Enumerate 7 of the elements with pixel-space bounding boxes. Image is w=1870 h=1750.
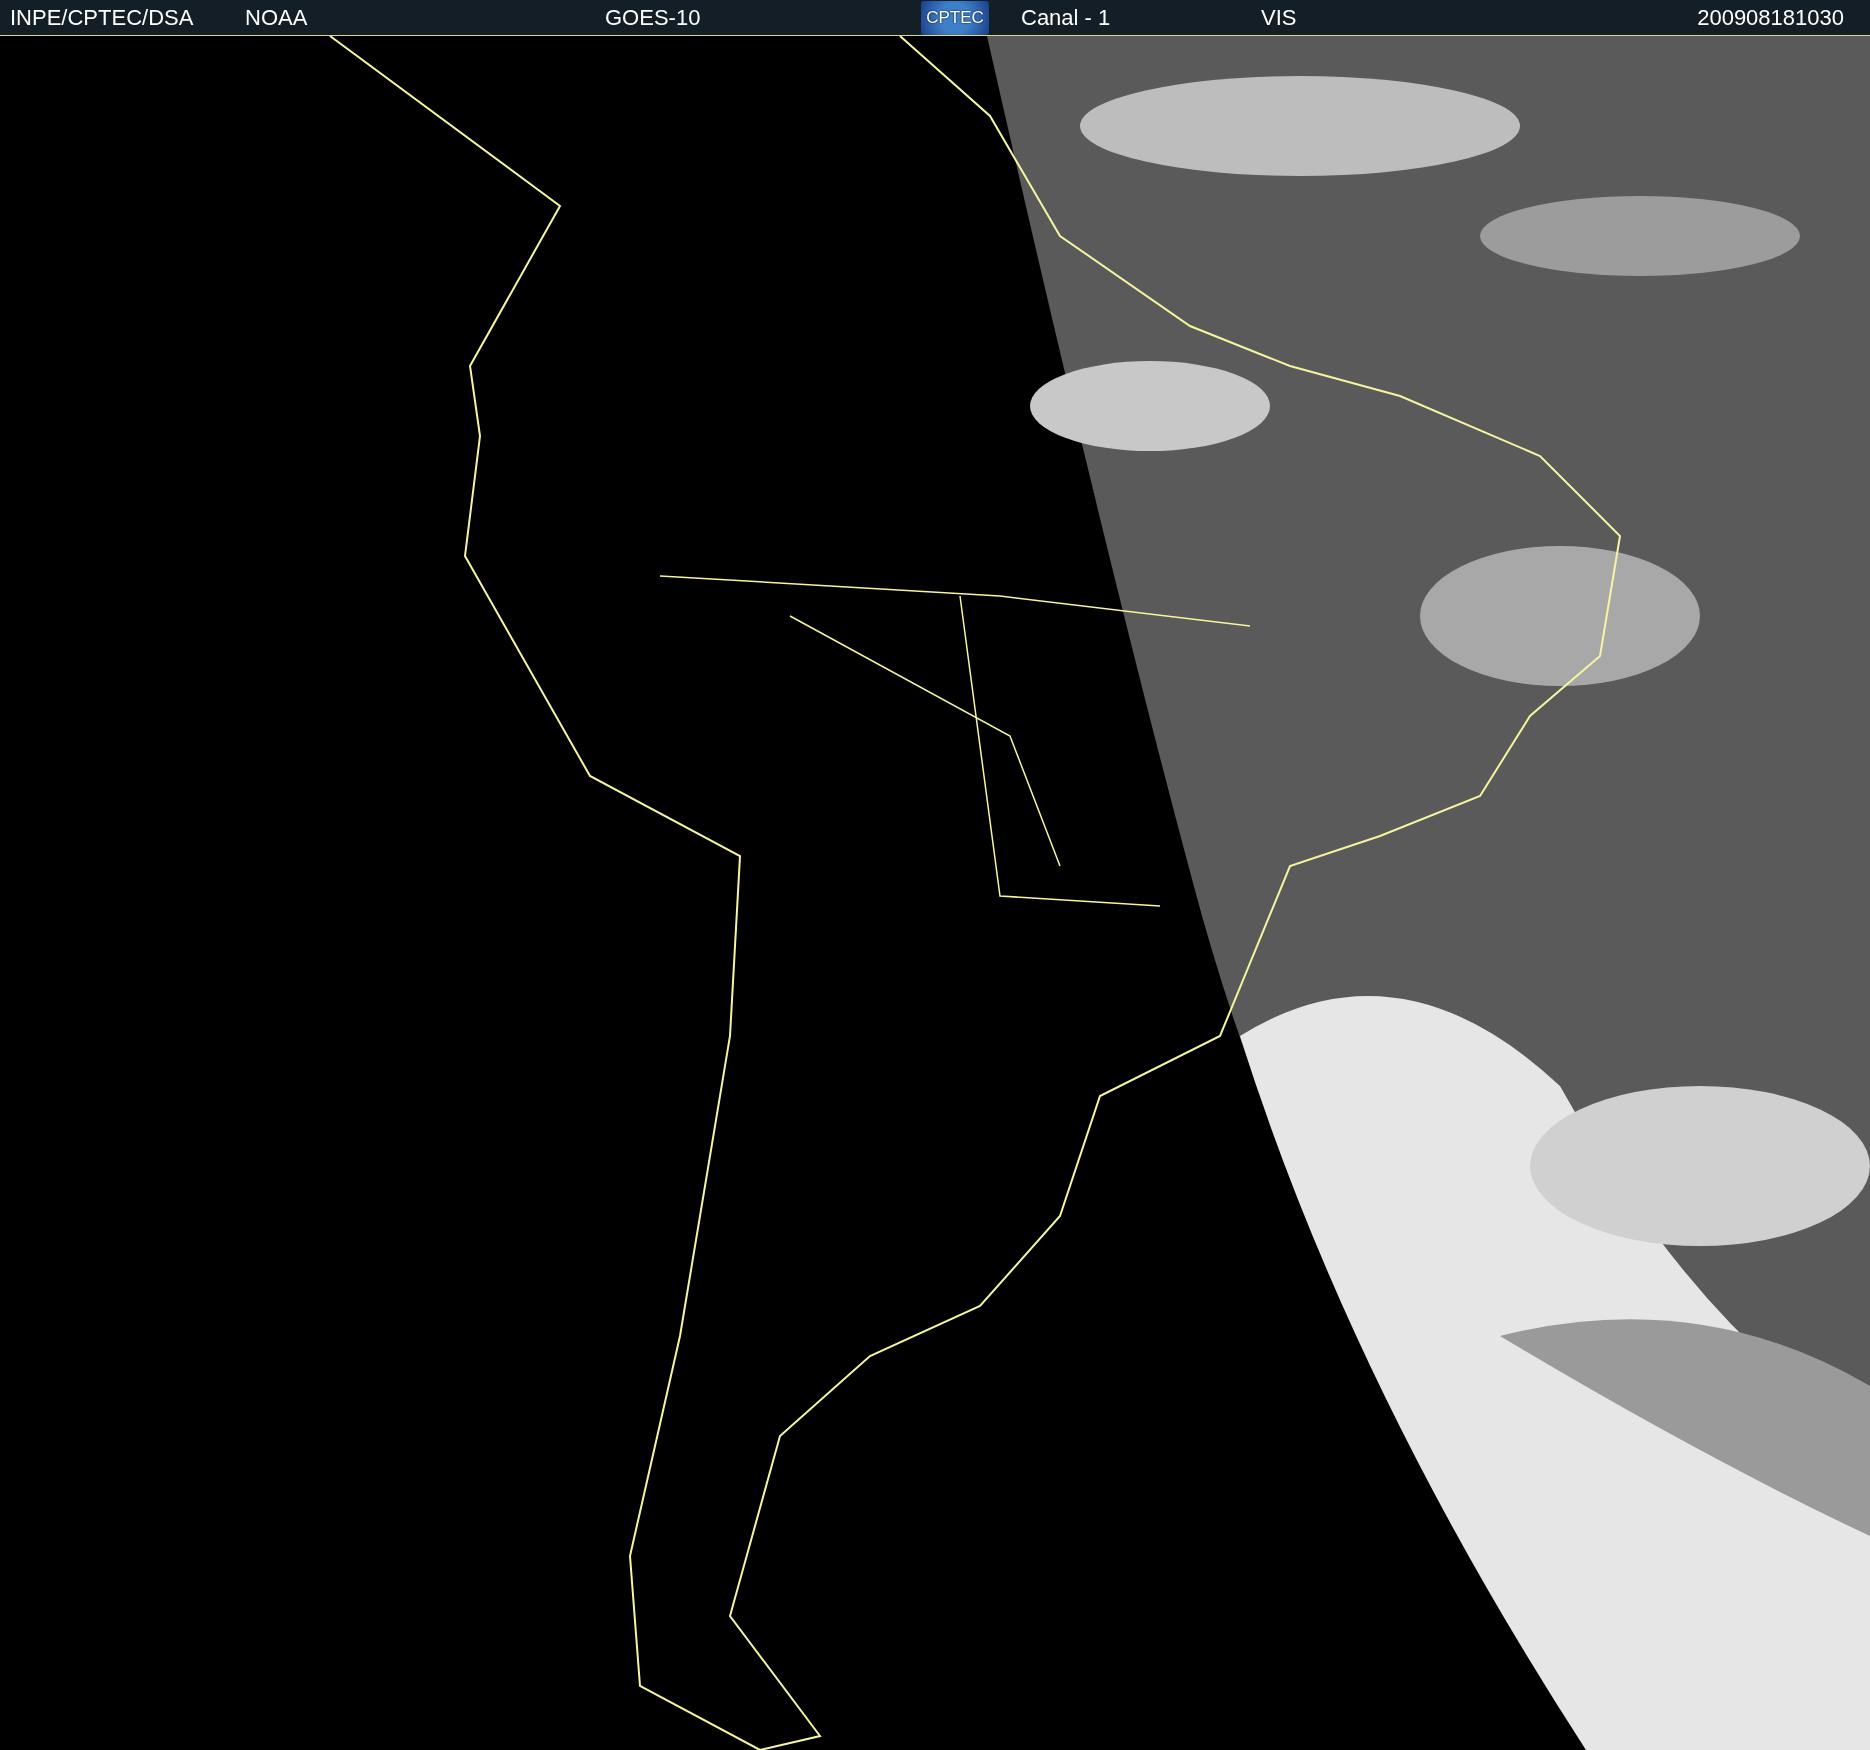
band-label: VIS [1261,4,1297,31]
timestamp-label: 200908181030 [1697,4,1844,31]
satellite-label: GOES-10 [605,4,701,31]
logo: CPTEC [921,0,989,35]
source-label: INPE/CPTEC/DSA [10,4,194,31]
channel-label: Canal - 1 [1021,4,1111,31]
agency-label: NOAA [245,4,308,31]
